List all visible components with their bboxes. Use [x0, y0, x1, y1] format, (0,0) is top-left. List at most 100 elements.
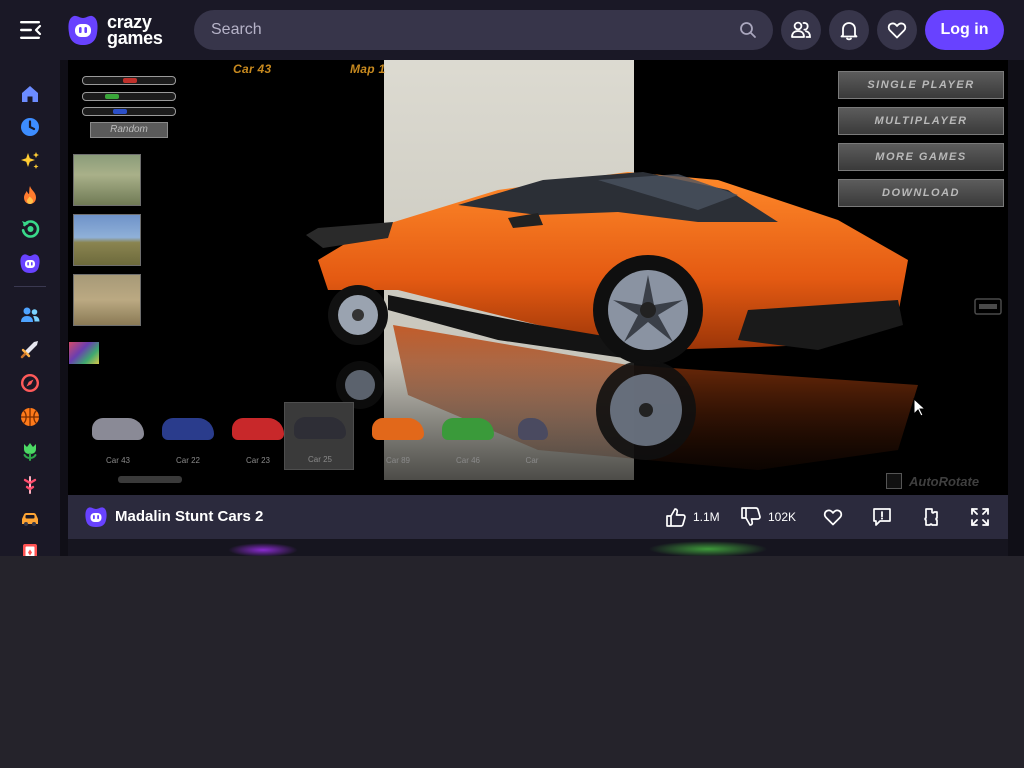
- login-button[interactable]: Log in: [925, 10, 1004, 50]
- car-thumbnail: [162, 418, 214, 440]
- car-option-3[interactable]: Car 23: [226, 404, 290, 470]
- game-info-bar: Madalin Stunt Cars 2 1.1M 102K: [68, 495, 1008, 539]
- multiplayer-button[interactable]: MULTIPLAYER: [838, 107, 1004, 135]
- hud-map-label: Map 1: [350, 62, 386, 76]
- sidebar-item-trending[interactable]: [18, 183, 42, 207]
- related-game-thumbnail[interactable]: [228, 543, 298, 556]
- crazygames-icon: [20, 254, 40, 273]
- random-color-button[interactable]: Random: [90, 122, 168, 138]
- car-label: Car: [525, 456, 539, 465]
- car-label: Car 43: [105, 456, 130, 465]
- search-icon[interactable]: [739, 21, 757, 39]
- sidebar-item-home[interactable]: [18, 82, 42, 106]
- car-option-5[interactable]: Car 89: [366, 404, 430, 470]
- car-option-7[interactable]: Car: [500, 404, 564, 470]
- car-label: Car 89: [385, 456, 410, 465]
- green-color-slider[interactable]: [82, 92, 176, 101]
- report-button[interactable]: [871, 505, 893, 529]
- sparkle-icon: [21, 152, 39, 169]
- menu-collapse-icon[interactable]: [18, 17, 44, 43]
- hud-car-label: Car 43: [233, 62, 272, 76]
- tulip-icon: [23, 443, 37, 461]
- car-option-6[interactable]: Car 46: [436, 404, 500, 470]
- sidebar-item-updated[interactable]: [18, 217, 42, 241]
- dislike-button[interactable]: 102K: [740, 505, 796, 529]
- favorite-game-button[interactable]: [822, 505, 844, 529]
- bike-icon: [23, 476, 37, 494]
- game-canvas[interactable]: Car 43 Map 1 Random SINGLE PLAYER MULTIP…: [68, 60, 1008, 495]
- heart-icon: [887, 22, 907, 39]
- fullscreen-button[interactable]: [969, 505, 991, 529]
- red-color-slider[interactable]: [82, 76, 176, 85]
- car-strip-scrollbar[interactable]: [118, 476, 182, 483]
- car-thumbnail: [232, 418, 284, 440]
- sidebar-item-beauty[interactable]: [18, 439, 42, 463]
- crazygames-icon: [85, 507, 107, 527]
- single-player-button[interactable]: SINGLE PLAYER: [838, 71, 1004, 99]
- friends-button[interactable]: [781, 10, 821, 50]
- car-label: Car 25: [307, 455, 332, 464]
- refresh-icon: [21, 220, 40, 238]
- sidebar-item-car[interactable]: [18, 507, 42, 531]
- sidebar-item-action[interactable]: [18, 337, 42, 361]
- map-thumbnail-2[interactable]: [73, 214, 141, 266]
- car-label: Car 46: [455, 456, 480, 465]
- search-input[interactable]: [211, 21, 711, 39]
- friends-icon: [791, 21, 811, 38]
- sidebar-item-bike[interactable]: [18, 473, 42, 497]
- sidebar-item-recent[interactable]: [18, 115, 42, 139]
- car-thumbnail: [442, 418, 494, 440]
- map-thumbnail-1[interactable]: [73, 154, 141, 206]
- map-thumbnail-3[interactable]: [73, 274, 141, 326]
- like-count: 1.1M: [693, 510, 720, 524]
- dislike-count: 102K: [768, 510, 797, 524]
- search-box[interactable]: [194, 10, 773, 50]
- game-title: Madalin Stunt Cars 2: [115, 508, 264, 525]
- car-thumbnail: [92, 418, 144, 440]
- notifications-button[interactable]: [829, 10, 869, 50]
- autorotate-checkbox[interactable]: [886, 473, 902, 489]
- like-button[interactable]: 1.1M: [665, 505, 720, 529]
- keyboard-icon[interactable]: [974, 296, 1002, 316]
- puzzle-icon: [924, 508, 938, 526]
- sword-icon: [20, 341, 38, 359]
- car-thumbnail: [294, 417, 346, 439]
- related-game-thumbnail[interactable]: [648, 541, 768, 556]
- logo-wordmark: crazy games: [107, 13, 163, 47]
- fire-icon: [24, 186, 36, 204]
- autorotate-label: AutoRotate: [909, 473, 980, 489]
- heart-icon: [823, 509, 843, 526]
- related-games-strip: [68, 539, 1008, 556]
- sidebar-item-new[interactable]: [18, 149, 42, 173]
- car-thumbnail: [518, 418, 548, 440]
- car-label: Car 23: [245, 456, 270, 465]
- car-thumbnail: [372, 418, 424, 440]
- people-icon: [21, 307, 40, 322]
- sidebar-divider: [14, 286, 46, 287]
- car-icon: [22, 513, 38, 526]
- clock-icon: [21, 118, 39, 136]
- car-option-2[interactable]: Car 22: [156, 404, 220, 470]
- autorotate-toggle[interactable]: AutoRotate: [886, 473, 979, 489]
- car-option-4-selected[interactable]: Car 25: [284, 402, 354, 470]
- home-icon: [22, 86, 38, 102]
- bell-icon: [840, 22, 858, 41]
- mouse-cursor-icon: [913, 398, 927, 417]
- sidebar-item-originals[interactable]: [18, 251, 42, 275]
- crazygames-logo[interactable]: crazy games: [66, 11, 163, 49]
- report-flag-icon: [873, 508, 891, 526]
- crazygames-logo-icon: [68, 15, 98, 46]
- sidebar-item-adventure[interactable]: [18, 371, 42, 395]
- favorites-button[interactable]: [877, 10, 917, 50]
- car-option-1[interactable]: Car 43: [86, 404, 150, 470]
- top-navigation-bar: crazy games Log in: [0, 0, 1024, 60]
- embed-button[interactable]: [920, 505, 942, 529]
- car-label: Car 22: [175, 456, 200, 465]
- blue-color-slider[interactable]: [82, 107, 176, 116]
- basketball-icon: [21, 408, 39, 426]
- color-picker-swatch[interactable]: [69, 342, 99, 364]
- sidebar-item-basketball[interactable]: [18, 405, 42, 429]
- thumbs-up-icon: [666, 508, 686, 527]
- page-bottom-area: [0, 556, 1024, 768]
- sidebar-item-multiplayer[interactable]: [18, 303, 42, 327]
